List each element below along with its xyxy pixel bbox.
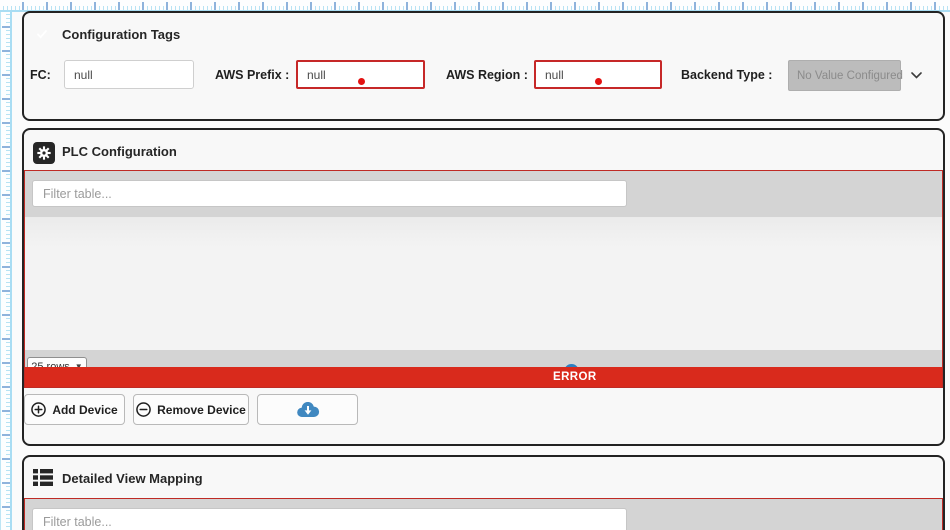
panel-title: PLC Configuration (62, 144, 177, 159)
remove-device-button[interactable]: Remove Device (133, 394, 249, 425)
table-toolbar (25, 171, 942, 217)
backend-type-select[interactable]: No Value Configured (788, 60, 901, 91)
panel-title: Configuration Tags (62, 27, 180, 42)
error-bar: ERROR (25, 367, 942, 387)
backend-type-value: No Value Configured (797, 70, 903, 82)
plc-filter-input[interactable] (32, 180, 627, 207)
aws-region-label: AWS Region : (446, 60, 528, 91)
plc-configuration-panel: PLC Configuration 25 rows ▼ ERROR (22, 128, 945, 446)
fc-label: FC: (30, 60, 51, 91)
plus-circle-icon (31, 402, 46, 417)
validation-error-dot (358, 78, 365, 85)
list-icon (33, 469, 53, 491)
config-form-row: FC: AWS Prefix : AWS Region : Backend Ty… (24, 60, 943, 91)
aws-region-field (534, 60, 662, 89)
remove-device-label: Remove Device (157, 403, 246, 417)
plc-table-body (25, 217, 942, 350)
add-device-label: Add Device (52, 403, 117, 417)
cloud-download-icon (296, 402, 320, 418)
minus-circle-icon (136, 402, 151, 417)
configuration-tags-panel: Configuration Tags FC: AWS Prefix : AWS … (22, 11, 945, 121)
chevron-down-icon (911, 72, 922, 79)
add-device-button[interactable]: Add Device (24, 394, 125, 425)
error-label: ERROR (553, 367, 597, 387)
aws-prefix-field (296, 60, 425, 89)
fc-input[interactable] (64, 60, 194, 89)
detailed-view-mapping-header: Detailed View Mapping (24, 457, 943, 497)
panel-title: Detailed View Mapping (62, 471, 203, 486)
editor-canvas: Configuration Tags FC: AWS Prefix : AWS … (0, 0, 950, 530)
detailed-view-table (24, 498, 943, 530)
cloud-download-button[interactable] (257, 394, 358, 425)
gear-icon (33, 142, 55, 164)
validation-error-dot (595, 78, 602, 85)
plc-table: 25 rows ▼ ERROR (24, 170, 943, 388)
table-toolbar (25, 499, 942, 530)
configuration-tags-header: Configuration Tags (24, 13, 943, 53)
vertical-ruler (0, 12, 12, 530)
plc-configuration-header: PLC Configuration (24, 130, 943, 170)
detailed-filter-input[interactable] (32, 508, 627, 530)
table-footer (25, 350, 942, 367)
aws-prefix-label: AWS Prefix : (215, 60, 289, 91)
check-icon (37, 30, 47, 39)
detailed-view-mapping-panel: Detailed View Mapping (22, 455, 945, 530)
backend-type-label: Backend Type : (681, 60, 772, 91)
